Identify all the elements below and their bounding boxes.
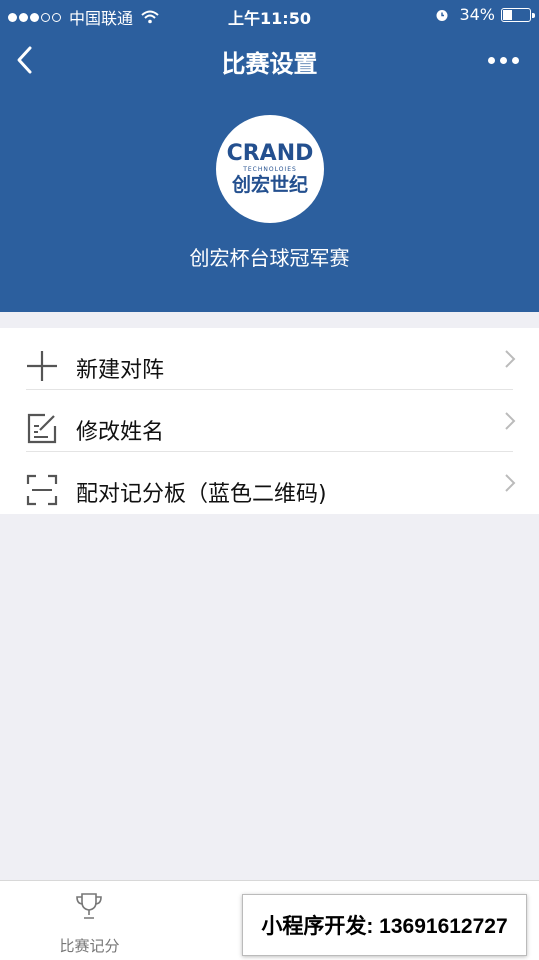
header: 中国联通 上午11:50 34% 比赛设置 CRAND TECHNOLOIES … <box>0 0 539 312</box>
battery-percent: 34% <box>459 5 495 24</box>
tab-label: 比赛记分 <box>59 937 120 955</box>
chevron-right-icon <box>505 412 516 430</box>
menu-item-label: 新建对阵 <box>76 358 165 383</box>
battery-fill <box>503 9 512 20</box>
chevron-right-icon <box>505 350 516 368</box>
chevron-right-icon <box>505 474 516 492</box>
scan-icon <box>26 474 58 506</box>
nav-bar: 比赛设置 <box>0 32 539 88</box>
tab-match-score[interactable]: 比赛记分 <box>0 881 179 960</box>
menu-item-label: 配对记分板（蓝色二维码) <box>76 482 327 507</box>
ad-banner: 小程序开发: 13691612727 <box>242 894 527 956</box>
menu-item-label: 修改姓名 <box>76 420 165 445</box>
battery-icon <box>501 7 535 22</box>
brand-logo: CRAND TECHNOLOIES 创宏世纪 <box>216 115 324 223</box>
plus-icon <box>27 351 57 381</box>
logo-tagline: TECHNOLOIES <box>243 165 297 173</box>
logo-brand: CRAND <box>226 140 314 166</box>
logo-name-cn: 创宏世纪 <box>231 173 308 196</box>
trophy-icon <box>76 893 102 919</box>
page-title: 比赛设置 <box>221 50 318 78</box>
more-dots-icon <box>487 56 495 64</box>
menu-item-new-match[interactable]: 新建对阵 <box>0 328 539 390</box>
status-bar: 中国联通 上午11:50 34% <box>0 0 539 30</box>
settings-menu: 新建对阵 修改姓名 配对记分板（蓝色二维码) <box>0 328 539 514</box>
edit-icon <box>27 413 57 444</box>
menu-item-edit-name[interactable]: 修改姓名 <box>0 390 539 452</box>
more-button[interactable] <box>483 46 523 74</box>
menu-item-pair-scoreboard[interactable]: 配对记分板（蓝色二维码) <box>0 452 539 514</box>
ad-text: 小程序开发: 13691612727 <box>261 915 508 938</box>
status-right: 34% <box>435 5 535 24</box>
alarm-icon <box>436 9 448 21</box>
event-name: 创宏杯台球冠军赛 <box>189 246 350 270</box>
